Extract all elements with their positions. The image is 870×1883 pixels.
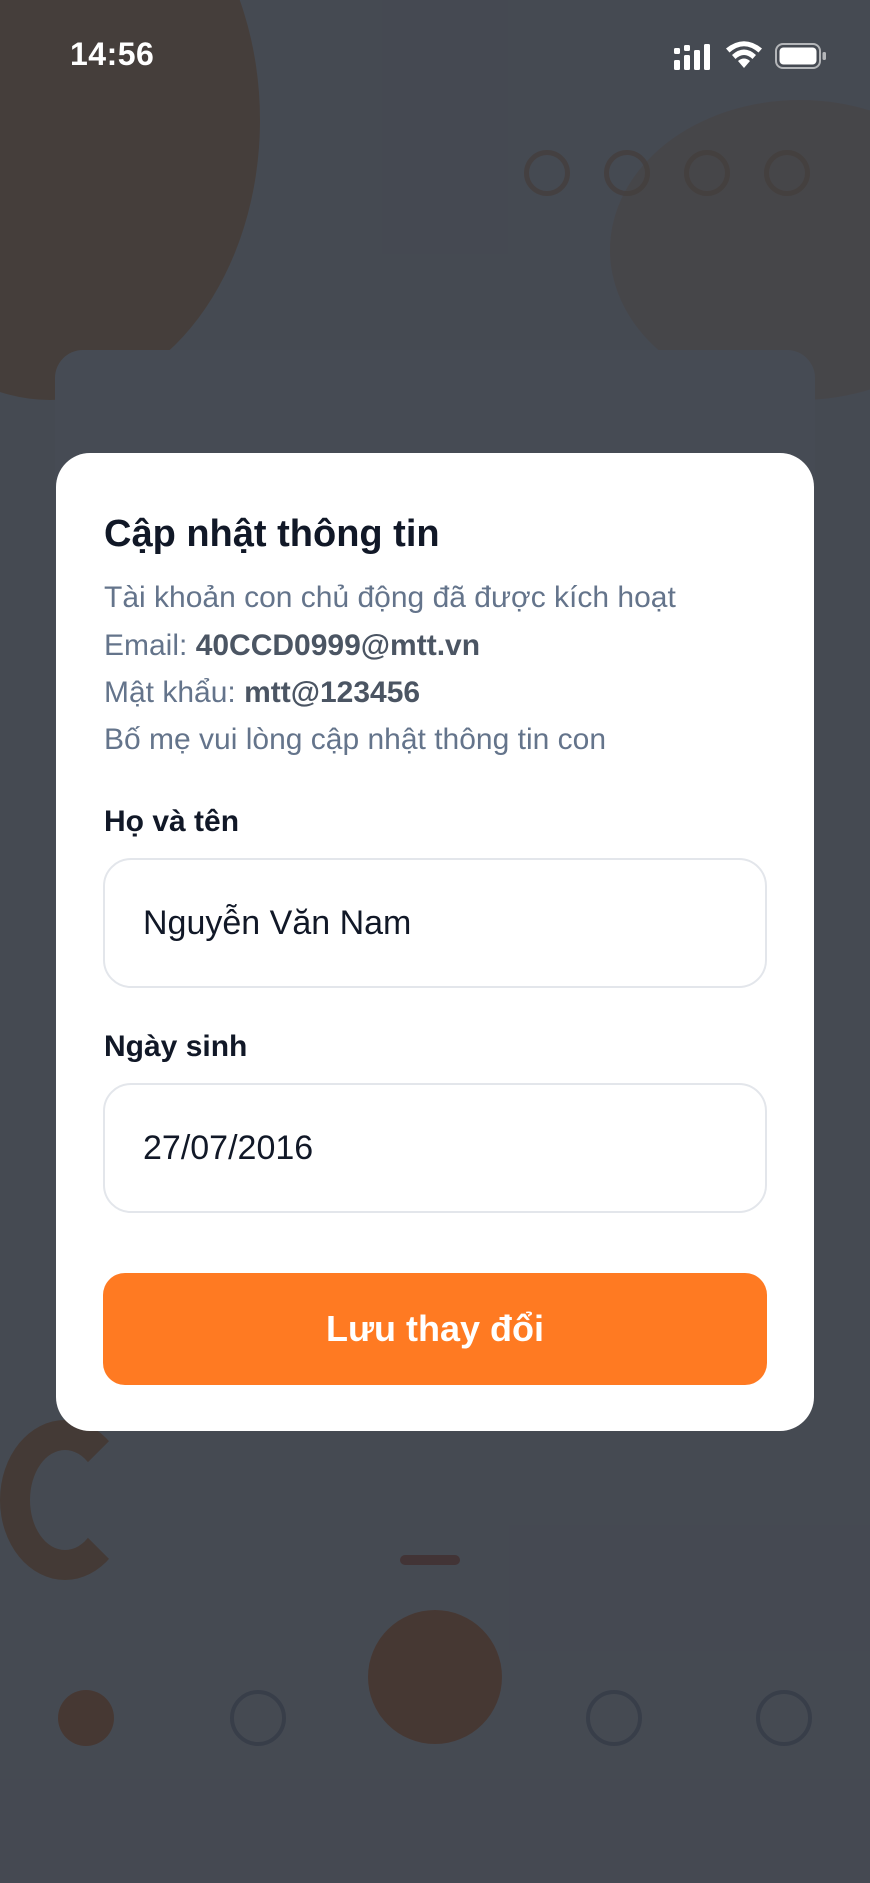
battery-icon (775, 43, 826, 69)
password-value: mtt@123456 (244, 676, 421, 709)
password-label: Mật khẩu: (104, 676, 245, 709)
dialog-title: Cập nhật thông tin (104, 513, 440, 555)
status-bar: 14:56 (0, 0, 870, 110)
full-name-label: Họ và tên (104, 805, 240, 838)
instruction-text: Bố mẹ vui lòng cập nhật thông tin con (104, 723, 607, 756)
email-label: Email: (104, 629, 196, 662)
wifi-icon (726, 41, 762, 68)
email-line: Email: 40CCD0999@mtt.vn (104, 631, 480, 661)
update-info-dialog: Cập nhật thông tin Tài khoản con chủ độn… (56, 453, 814, 1431)
cellular-signal-icon (674, 44, 710, 70)
save-changes-button[interactable]: Lưu thay đổi (103, 1273, 767, 1385)
password-line: Mật khẩu: mtt@123456 (104, 678, 420, 708)
email-value: 40CCD0999@mtt.vn (195, 629, 481, 662)
full-name-input[interactable]: Nguyễn Văn Nam (103, 858, 767, 988)
birthdate-input[interactable]: 27/07/2016 (103, 1083, 767, 1213)
full-name-value: Nguyễn Văn Nam (143, 903, 412, 942)
birthdate-value: 27/07/2016 (143, 1128, 314, 1167)
account-activated-text: Tài khoản con chủ động đã được kích hoạt (104, 581, 676, 614)
status-time: 14:56 (70, 36, 155, 72)
birthdate-label: Ngày sinh (104, 1030, 248, 1063)
